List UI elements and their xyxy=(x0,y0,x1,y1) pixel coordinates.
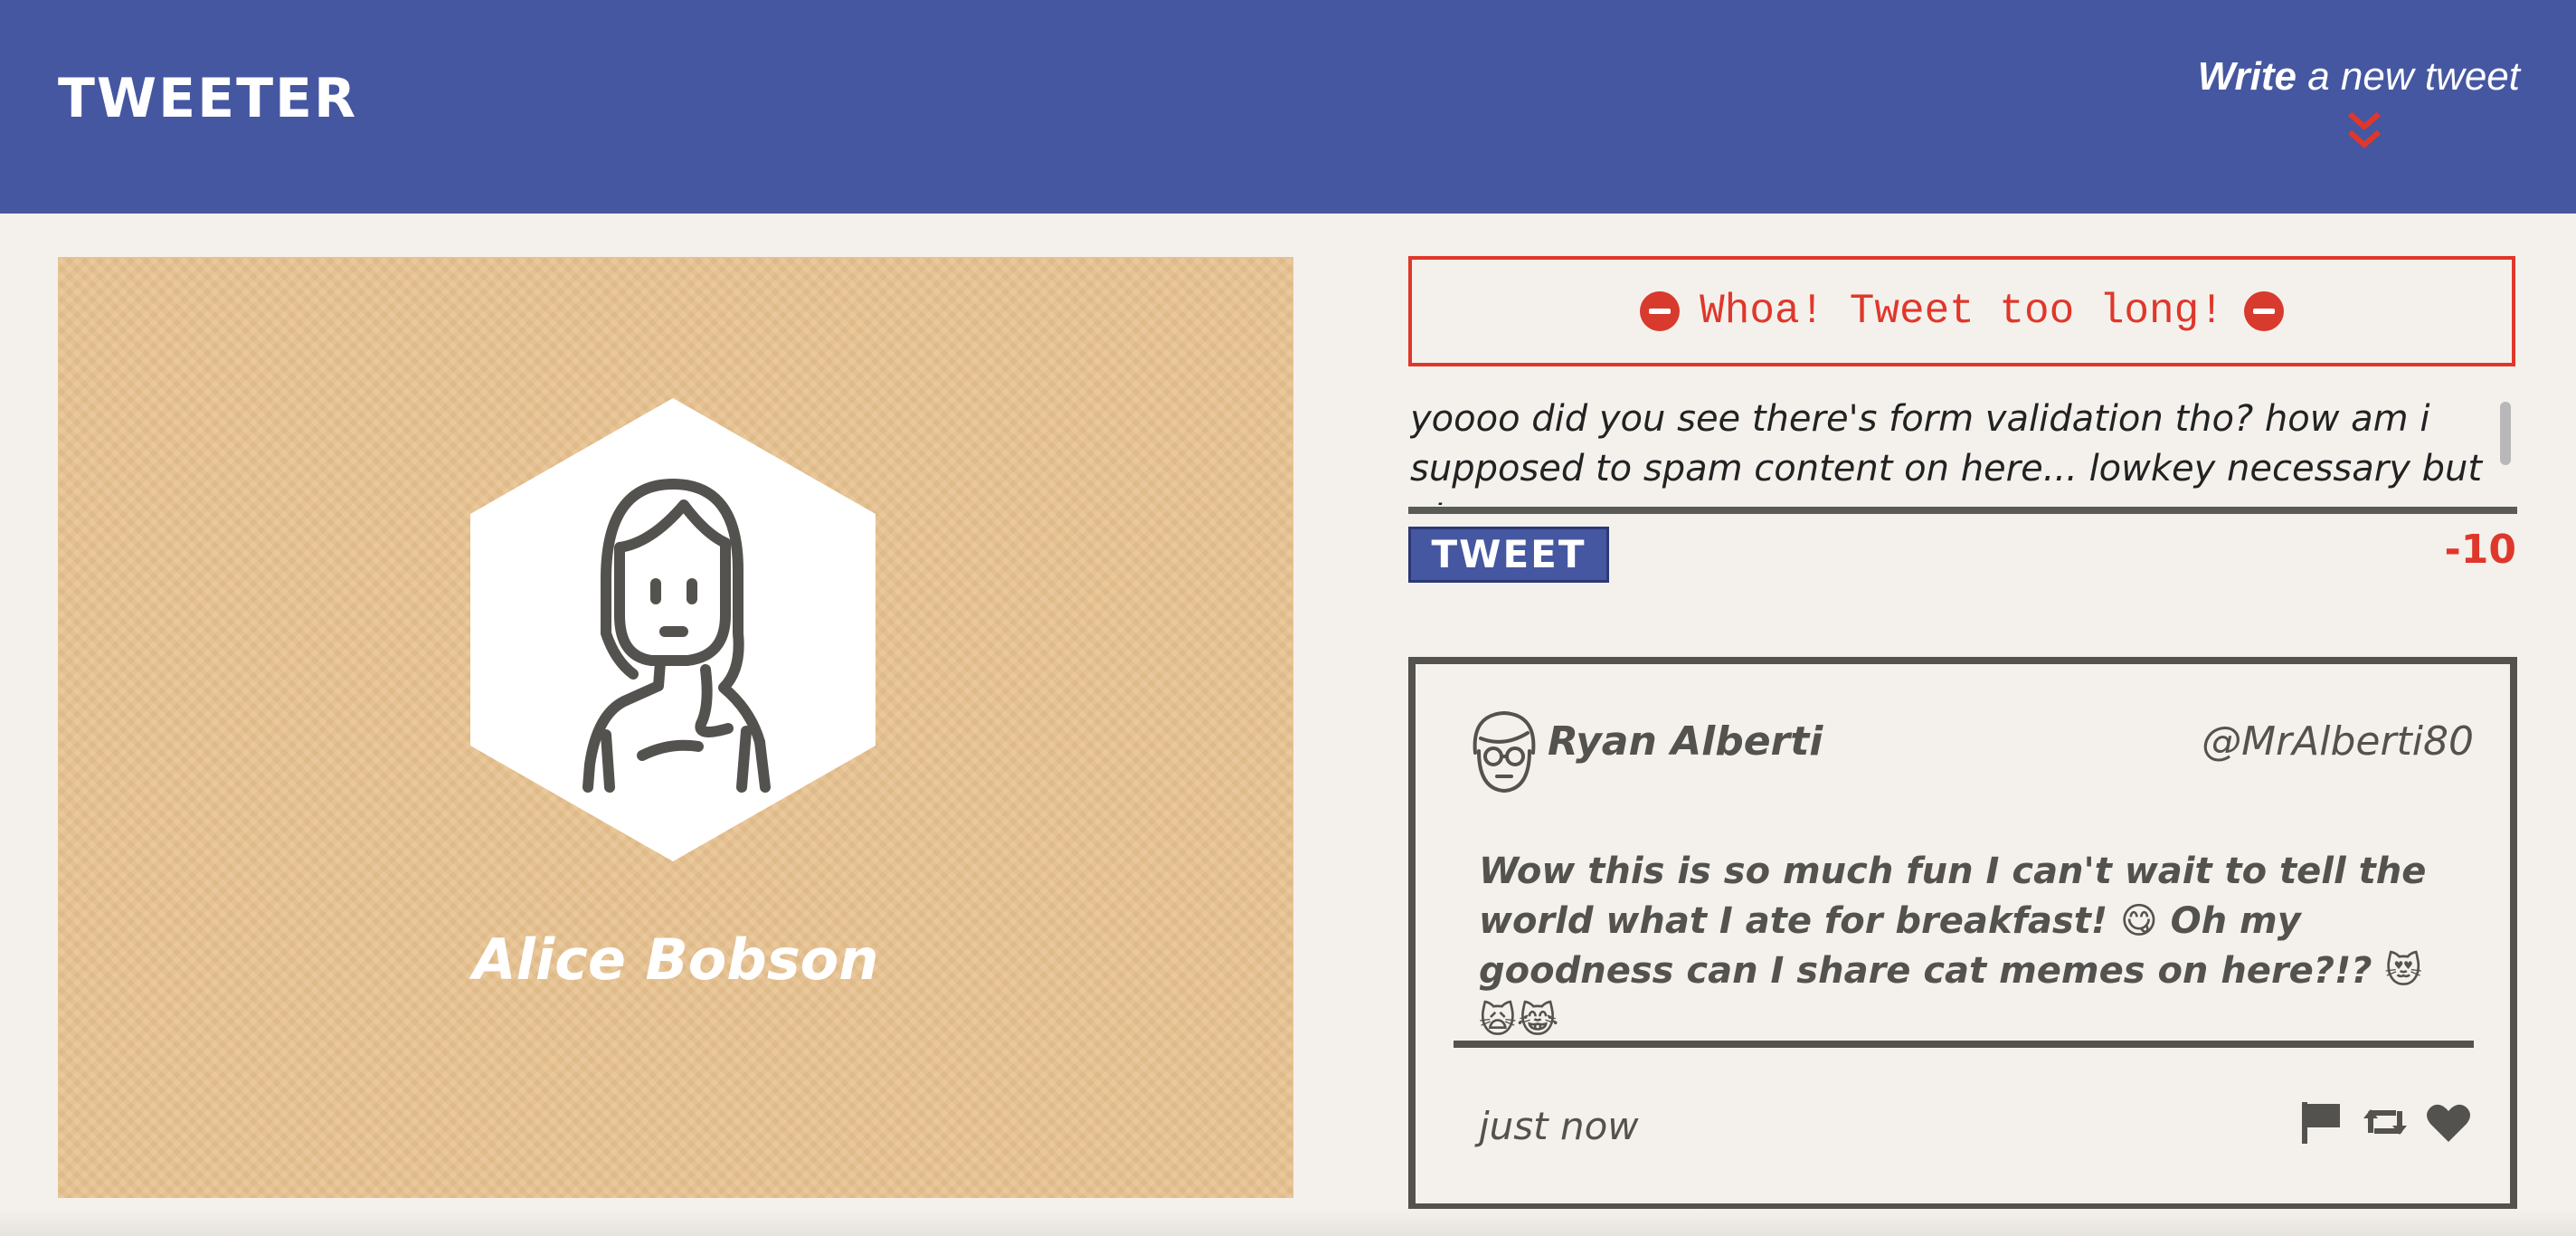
error-message: Whoa! Tweet too long! xyxy=(1700,288,2224,335)
tweet-timestamp: just now xyxy=(1479,1104,1639,1148)
tweet-author-handle: @MrAlberti80 xyxy=(2202,718,2474,765)
profile-card: Alice Bobson xyxy=(58,257,1293,1198)
double-chevron-down-icon[interactable] xyxy=(2346,110,2382,152)
page-bottom-edge xyxy=(0,1209,2576,1236)
stop-sign-icon xyxy=(2243,291,2284,331)
textarea-scrollbar-thumb[interactable] xyxy=(2500,402,2511,465)
tweet-card: Ryan Alberti @MrAlberti80 Wow this is so… xyxy=(1408,657,2517,1211)
stop-sign-icon xyxy=(1640,291,1681,331)
heart-icon[interactable] xyxy=(2423,1097,2474,1147)
tweet-divider xyxy=(1454,1041,2474,1048)
tweet-submit-button[interactable]: TWEET xyxy=(1408,527,1609,583)
tweet-textarea[interactable]: yoooo did you see there's form validatio… xyxy=(1410,395,2492,505)
brand-logo: TWEETER xyxy=(58,67,358,130)
write-new-tweet-label[interactable]: Write a new tweet xyxy=(2198,54,2520,99)
retweet-icon[interactable] xyxy=(2360,1097,2410,1147)
flag-icon[interactable] xyxy=(2297,1097,2347,1147)
profile-avatar xyxy=(470,398,876,861)
tweet-author-name: Ryan Alberti xyxy=(1548,718,1823,765)
write-new-tweet-toggle[interactable]: Write a new tweet xyxy=(2198,54,2520,100)
tweet-body: Wow this is so much fun I can't wait to … xyxy=(1479,851,2427,1041)
top-nav: TWEETER Write a new tweet xyxy=(0,0,2576,214)
error-banner: Whoa! Tweet too long! xyxy=(1408,256,2515,366)
character-counter: -10 xyxy=(2444,527,2517,573)
tweet-actions xyxy=(2297,1097,2474,1147)
user-avatar-icon xyxy=(1473,711,1536,793)
profile-name: Alice Bobson xyxy=(472,927,879,993)
textarea-underline xyxy=(1408,507,2517,514)
